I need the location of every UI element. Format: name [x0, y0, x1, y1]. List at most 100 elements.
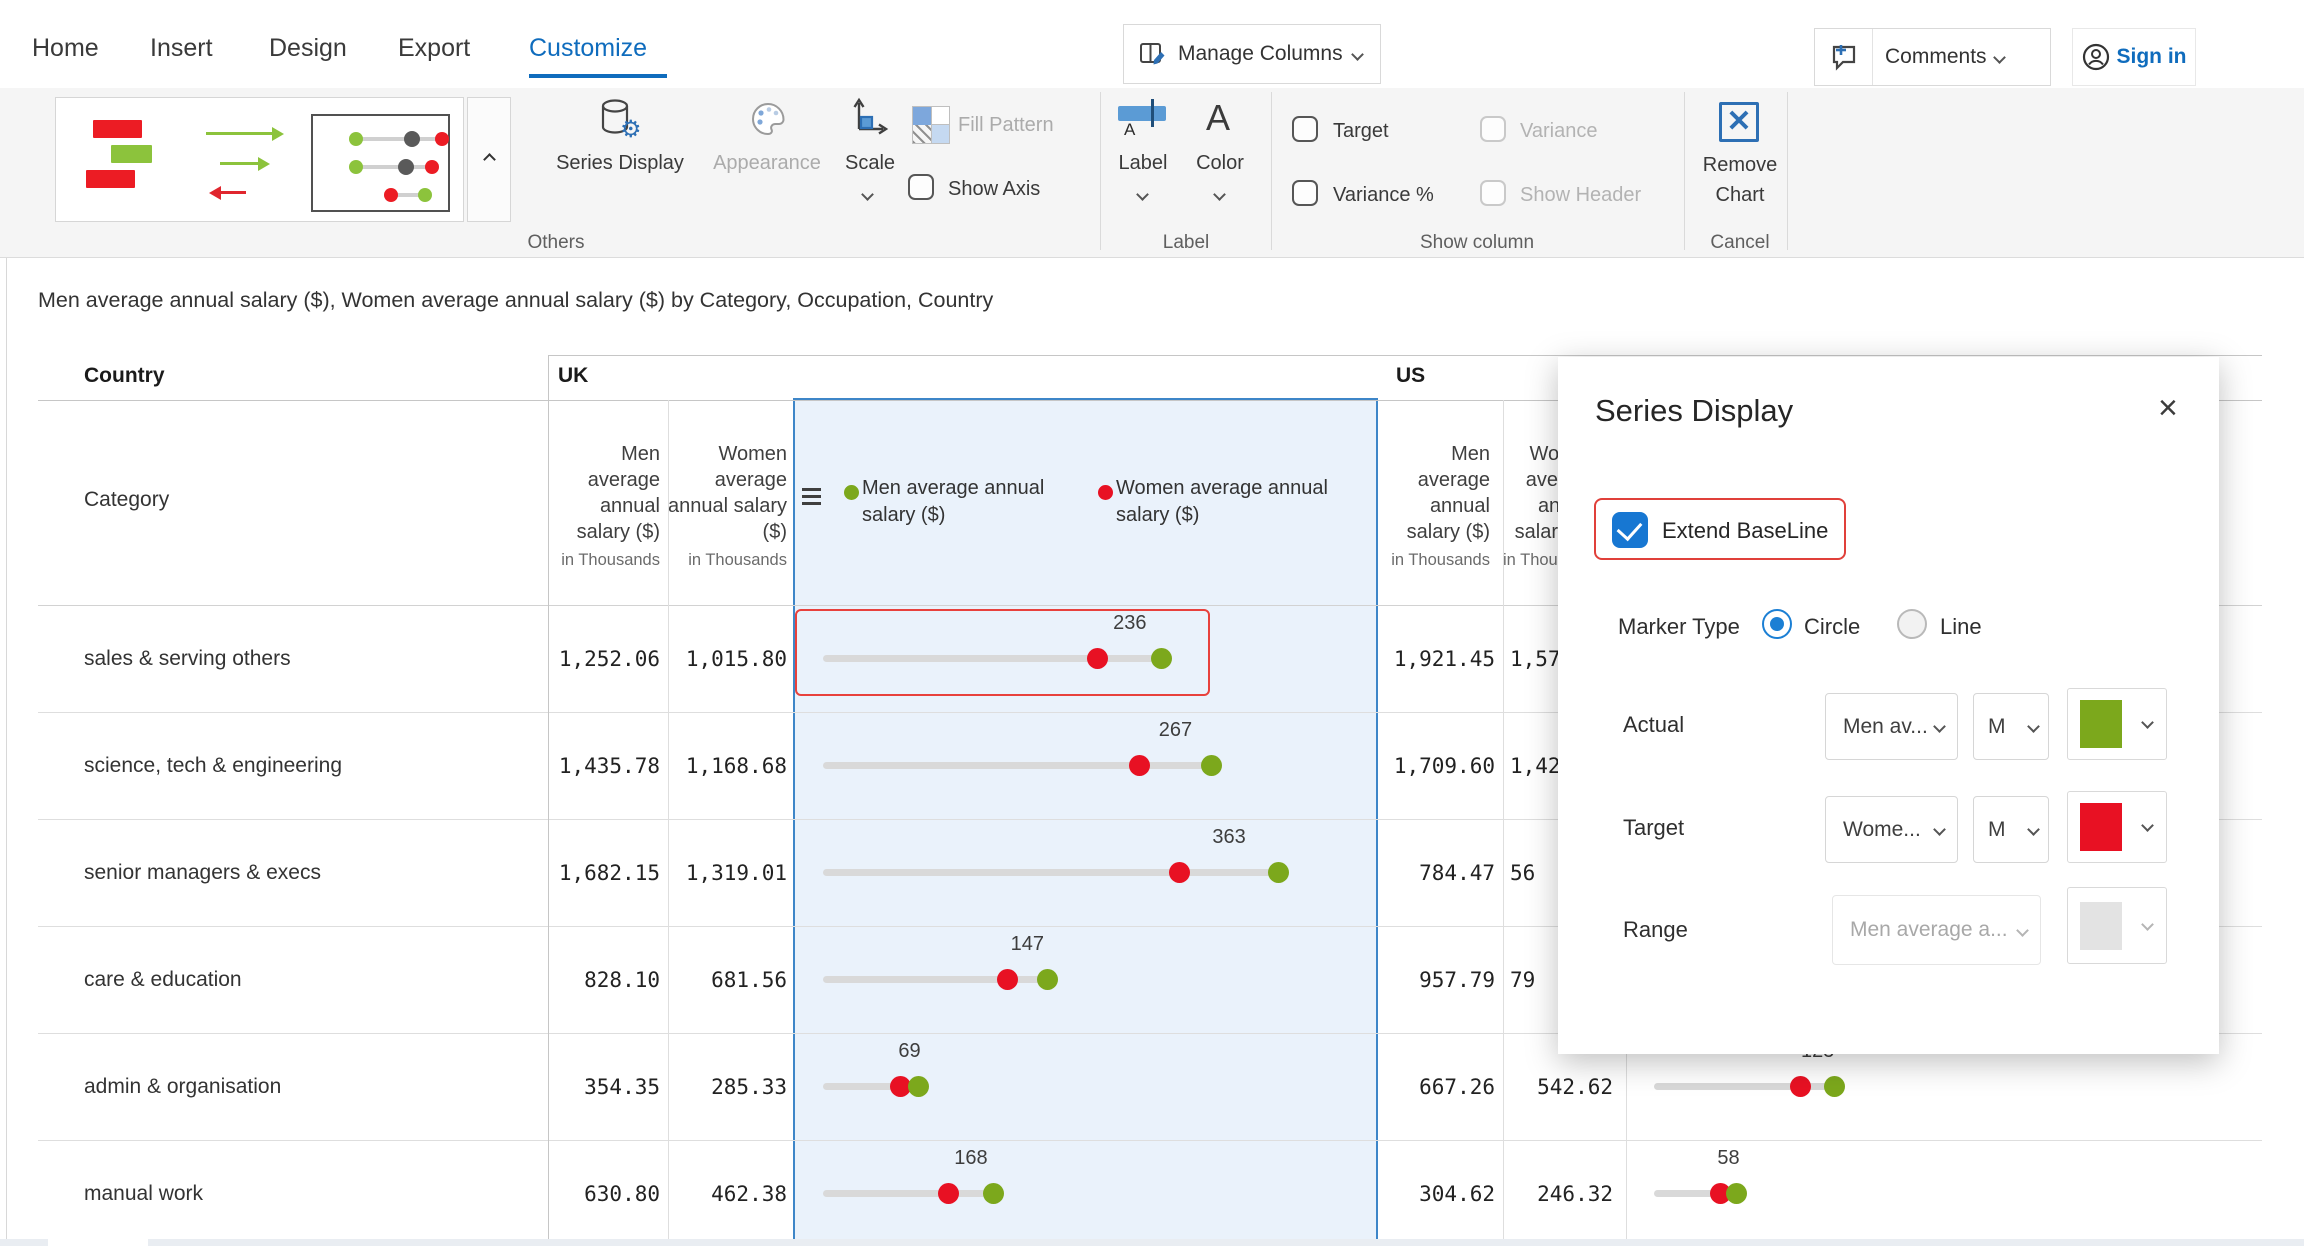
target-row-label: Target [1623, 815, 1684, 841]
scale-button[interactable]: Scale [820, 152, 920, 175]
variance-checkbox [1480, 116, 1506, 142]
comments-label: Comments [1885, 45, 1987, 69]
category-cell: admin & organisation [84, 1033, 281, 1140]
show-header-checkbox-label: Show Header [1520, 184, 1641, 207]
target-checkbox[interactable] [1292, 116, 1318, 142]
menu-customize[interactable]: Customize [529, 34, 647, 63]
uk-men-value: 1,252.06 [548, 605, 660, 712]
color-dropdown-chevron[interactable] [1213, 188, 1226, 201]
variance-pct-checkbox[interactable] [1292, 180, 1318, 206]
target-color-picker[interactable] [2067, 791, 2167, 863]
gallery-thumb-dotplot-selected[interactable] [311, 114, 450, 212]
uk-women-value: 1,319.01 [668, 819, 787, 926]
variance-label: 147 [992, 933, 1062, 956]
dot-plot-cell: 168 [795, 1140, 1378, 1246]
comments-button[interactable]: Comments [1814, 28, 2051, 86]
series-display-button[interactable]: Series Display [545, 152, 695, 175]
divider [1787, 92, 1788, 250]
baseline-track [823, 762, 1212, 769]
scale-dropdown-chevron[interactable] [861, 188, 874, 201]
extend-baseline-checkbox[interactable] [1612, 512, 1648, 548]
panel-title: Series Display [1595, 393, 1793, 429]
us-men-value: 1,921.45 [1378, 605, 1495, 712]
men-legend-dot [844, 485, 859, 500]
variance-label: 69 [875, 1040, 945, 1063]
user-icon [2082, 43, 2110, 71]
close-icon[interactable]: × [2158, 391, 2178, 425]
gallery-scroll-up-button[interactable] [467, 97, 511, 222]
menu-home[interactable]: Home [32, 34, 99, 63]
uk-men-value: 1,682.15 [548, 819, 660, 926]
chevron-down-icon [1993, 51, 2006, 64]
gallery-thumb-bars[interactable] [76, 98, 196, 219]
label-button[interactable]: Label [1108, 152, 1178, 175]
show-axis-label: Show Axis [948, 178, 1040, 201]
gear-icon: ⚙ [620, 118, 642, 142]
bottom-strip-box [48, 1239, 148, 1246]
sign-in-button[interactable]: Sign in [2072, 28, 2196, 86]
dot-plot-cell: 267 [795, 712, 1378, 819]
sign-in-label: Sign in [2117, 45, 2187, 69]
uk-men-column-header: Men average annual salary ($)in Thousand… [548, 410, 660, 585]
remove-chart-button[interactable]: Remove Chart [1694, 150, 1786, 210]
marker-line-label: Line [1940, 614, 1982, 640]
variance-label: 363 [1194, 826, 1264, 849]
variance-label: 168 [936, 1147, 1006, 1170]
others-group-label: Others [476, 232, 636, 254]
divider [1271, 92, 1272, 250]
series-display-panel: Series Display × Extend BaseLine Marker … [1558, 357, 2219, 1054]
uk-women-value: 1,015.80 [668, 605, 787, 712]
cancel-button[interactable]: Cancel [1694, 232, 1786, 254]
menu-insert[interactable]: Insert [150, 34, 213, 63]
actual-marker-dot [983, 1183, 1004, 1204]
us-men-value: 667.26 [1378, 1033, 1495, 1140]
color-button[interactable]: Color [1185, 152, 1255, 175]
uk-women-value: 681.56 [668, 926, 787, 1033]
app-window: Home Insert Design Export Customize Mana… [0, 0, 2304, 1246]
actual-color-picker[interactable] [2067, 688, 2167, 760]
actual-marker-dot [1824, 1076, 1845, 1097]
actual-aggregation-dropdown[interactable]: M [1973, 693, 2049, 760]
label-icon: A [1118, 102, 1170, 142]
women-legend-label: Women average annual salary ($) [1116, 475, 1356, 529]
marker-circle-label: Circle [1804, 614, 1860, 640]
us-men-value: 304.62 [1378, 1140, 1495, 1246]
menu-design[interactable]: Design [269, 34, 347, 63]
men-legend-label: Men average annual salary ($) [862, 475, 1062, 529]
uk-men-value: 1,435.78 [548, 712, 660, 819]
variance-checkbox-label: Variance [1520, 120, 1597, 143]
uk-men-value: 354.35 [548, 1033, 660, 1140]
target-series-dropdown[interactable]: Wome... [1825, 796, 1958, 863]
baseline-track [823, 1190, 994, 1197]
extend-baseline-label: Extend BaseLine [1662, 518, 1828, 544]
marker-circle-radio[interactable] [1762, 609, 1792, 639]
actual-marker-dot [1268, 862, 1289, 883]
menu-export[interactable]: Export [398, 34, 470, 63]
drag-handle-icon[interactable] [802, 488, 821, 509]
show-axis-checkbox[interactable] [908, 174, 934, 200]
baseline-track [823, 869, 1278, 876]
uk-women-value: 285.33 [668, 1033, 787, 1140]
chart-title: Men average annual salary ($), Women ave… [38, 288, 993, 313]
variance-label: 58 [1694, 1147, 1764, 1170]
manage-columns-label: Manage Columns [1178, 42, 1343, 66]
series-display-icon: ⚙ [598, 98, 644, 146]
marker-type-label: Marker Type [1618, 614, 1740, 640]
ribbon: ⚙ Series Display Appearance Scale [0, 88, 2304, 258]
grid-line [548, 355, 2262, 356]
marker-line-radio[interactable] [1897, 609, 1927, 639]
country-header: Country [84, 364, 165, 388]
active-tab-underline [529, 74, 667, 78]
us-men-value: 784.47 [1378, 819, 1495, 926]
label-dropdown-chevron[interactable] [1136, 188, 1149, 201]
appearance-icon [748, 100, 788, 147]
chevron-down-icon [1351, 48, 1364, 61]
category-cell: senior managers & execs [84, 819, 321, 926]
chart-type-gallery [55, 97, 464, 222]
manage-columns-button[interactable]: Manage Columns [1123, 24, 1381, 84]
gallery-thumb-arrows[interactable] [196, 98, 306, 219]
target-aggregation-dropdown[interactable]: M [1973, 796, 2049, 863]
actual-marker-dot [1201, 755, 1222, 776]
variance-label: 267 [1140, 719, 1210, 742]
actual-series-dropdown[interactable]: Men av... [1825, 693, 1958, 760]
